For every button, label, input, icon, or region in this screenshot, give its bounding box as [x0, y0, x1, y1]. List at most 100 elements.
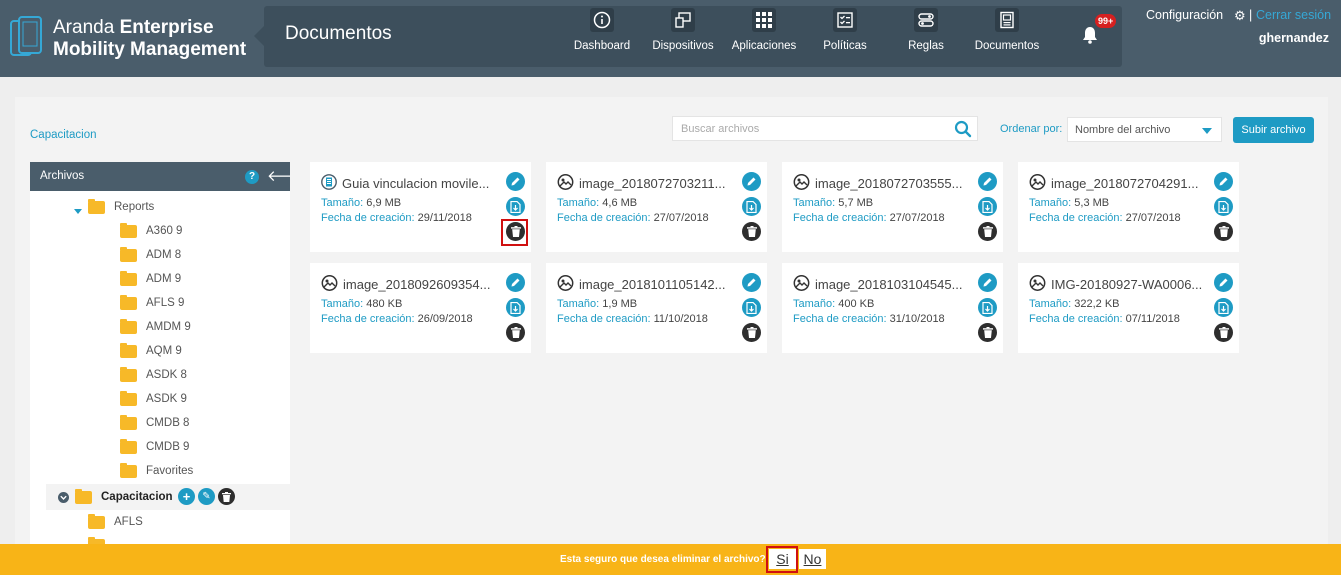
file-date: Fecha de creación: 31/10/2018 — [793, 313, 945, 325]
nav-aplicaciones[interactable]: Aplicaciones — [731, 8, 797, 52]
delete-file-button[interactable] — [506, 323, 525, 342]
file-card[interactable]: image_2018072703555... Tamaño: 5,7 MB Fech… — [782, 162, 1003, 252]
add-folder-button[interactable]: + — [178, 488, 195, 505]
trash-icon — [982, 226, 993, 237]
file-name: image_2018072704291... — [1029, 174, 1209, 193]
file-card[interactable]: Guia vinculacion movile... Tamaño: 6,9 MB… — [310, 162, 531, 252]
file-card[interactable]: image_2018092609354... Tamaño: 480 KB Fech… — [310, 263, 531, 353]
folder-open-icon — [75, 488, 92, 504]
search-icon[interactable] — [954, 120, 972, 138]
download-file-button[interactable] — [742, 197, 761, 216]
delete-file-button[interactable] — [1214, 222, 1233, 241]
download-file-button[interactable] — [742, 298, 761, 317]
tree-item-folder[interactable]: ASDK 9 — [120, 390, 187, 408]
download-file-icon — [1218, 200, 1229, 213]
tree-item-folder[interactable]: ADM 8 — [120, 246, 181, 264]
tree-item-folder[interactable]: CMDB 9 — [120, 438, 189, 456]
pencil-icon — [511, 177, 520, 186]
nav-dispositivos[interactable]: Dispositivos — [651, 8, 715, 52]
confirm-no-button[interactable]: No — [799, 549, 826, 569]
trash-icon — [510, 327, 521, 338]
folder-icon — [120, 414, 137, 430]
brand-logo-icon — [10, 16, 42, 56]
nav-dashboard[interactable]: Dashboard — [573, 8, 631, 52]
devices-icon — [671, 8, 695, 32]
edit-file-button[interactable] — [1214, 273, 1233, 292]
file-card[interactable]: IMG-20180927-WA0006... Tamaño: 322,2 KB Fe… — [1018, 263, 1239, 353]
file-card[interactable]: image_2018101105142... Tamaño: 1,9 MB Fech… — [546, 263, 767, 353]
gear-icon[interactable]: ⚙ — [1234, 8, 1246, 24]
tree-item-folder[interactable]: A360 9 — [120, 222, 182, 240]
nav-documentos[interactable]: Documentos — [974, 8, 1040, 52]
file-date: Fecha de creación: 27/07/2018 — [557, 212, 709, 224]
edit-folder-button[interactable]: ✎ — [198, 488, 215, 505]
tree-item-reports[interactable]: Reports — [74, 198, 154, 216]
delete-file-button[interactable] — [742, 323, 761, 342]
chevron-down-circle-icon — [58, 491, 69, 503]
download-file-icon — [746, 200, 757, 213]
bell-icon[interactable] — [1082, 26, 1098, 44]
edit-file-button[interactable] — [742, 273, 761, 292]
download-file-button[interactable] — [506, 298, 525, 317]
folder-icon — [120, 390, 137, 406]
edit-file-button[interactable] — [506, 273, 525, 292]
tree-item-folder[interactable]: Favorites — [120, 462, 193, 480]
logout-link[interactable]: Cerrar sesión — [1256, 8, 1331, 22]
config-link[interactable]: Configuración — [1146, 8, 1223, 22]
breadcrumb[interactable]: Capacitacion — [30, 129, 96, 141]
tree-item-folder[interactable]: CMDB 8 — [120, 414, 189, 432]
file-size: Tamaño: 322,2 KB — [1029, 298, 1120, 310]
brand-logo[interactable]: Aranda Enterprise Mobility Management — [10, 14, 260, 64]
edit-file-button[interactable] — [506, 172, 525, 191]
folder-icon — [120, 342, 137, 358]
download-file-icon — [1218, 301, 1229, 314]
upload-file-button[interactable]: Subir archivo — [1233, 117, 1314, 143]
image-icon — [321, 275, 338, 291]
delete-file-button[interactable] — [742, 222, 761, 241]
edit-file-button[interactable] — [978, 273, 997, 292]
help-icon[interactable]: ? — [245, 170, 259, 184]
pencil-icon — [511, 278, 520, 287]
tree-item-folder[interactable]: AMDM 9 — [120, 318, 191, 336]
tree-item-folder[interactable]: ASDK 8 — [120, 366, 187, 384]
file-size: Tamaño: 480 KB — [321, 298, 403, 310]
app-header: Aranda Enterprise Mobility Management Do… — [0, 0, 1341, 77]
trash-icon — [746, 226, 757, 237]
image-icon — [793, 275, 810, 291]
delete-folder-button[interactable] — [218, 488, 235, 505]
sidebar-file-tree: Archivos ? 🡐 Reports A360 9 ADM 8 ADM 9 … — [30, 162, 290, 547]
arrow-left-icon[interactable]: 🡐 — [267, 166, 290, 185]
folder-icon — [120, 366, 137, 382]
download-file-button[interactable] — [1214, 298, 1233, 317]
file-card[interactable]: image_2018072704291... Tamaño: 5,3 MB Fech… — [1018, 162, 1239, 252]
nav-politicas[interactable]: Políticas — [822, 8, 868, 52]
image-icon — [793, 174, 810, 190]
sort-select[interactable]: Nombre del archivo — [1067, 117, 1222, 142]
tree-item-capacitacion[interactable]: Capacitacion — [58, 488, 173, 506]
download-file-button[interactable] — [1214, 197, 1233, 216]
delete-file-button[interactable] — [1214, 323, 1233, 342]
caret-down-icon — [74, 209, 82, 214]
tree-item-folder[interactable]: AQM 9 — [120, 342, 182, 360]
download-file-icon — [982, 200, 993, 213]
pencil-icon — [1219, 177, 1228, 186]
edit-file-button[interactable] — [742, 172, 761, 191]
search-input[interactable]: Buscar archivos — [672, 116, 978, 141]
edit-file-button[interactable] — [1214, 172, 1233, 191]
tree-item-folder[interactable]: AFLS — [88, 513, 143, 531]
download-file-button[interactable] — [506, 197, 525, 216]
folder-actions: + ✎ — [178, 488, 235, 505]
file-size: Tamaño: 5,7 MB — [793, 197, 874, 209]
edit-file-button[interactable] — [978, 172, 997, 191]
tree-item-folder[interactable]: AFLS 9 — [120, 294, 184, 312]
file-name: image_2018103104545... — [793, 275, 973, 294]
file-card[interactable]: image_2018103104545... Tamaño: 400 KB Fech… — [782, 263, 1003, 353]
delete-file-button[interactable] — [978, 323, 997, 342]
file-card[interactable]: image_2018072703211... Tamaño: 4,6 MB Fech… — [546, 162, 767, 252]
download-file-button[interactable] — [978, 197, 997, 216]
download-file-button[interactable] — [978, 298, 997, 317]
tree-item-folder[interactable]: ADM 9 — [120, 270, 181, 288]
file-name: image_2018072703211... — [557, 174, 737, 193]
delete-file-button[interactable] — [978, 222, 997, 241]
nav-reglas[interactable]: Reglas — [908, 8, 944, 52]
